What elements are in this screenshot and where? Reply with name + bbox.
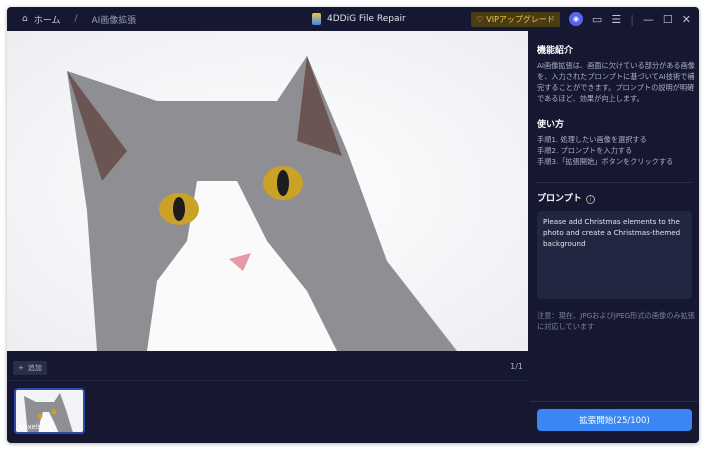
vip-label: VIPアップグレード [486, 14, 555, 24]
info-icon[interactable]: i [585, 195, 595, 204]
minimize-icon[interactable]: — [643, 13, 654, 26]
app-window: ⌂ ホーム / AI画像拡張 4DDiG File Repair ♡ VIPアップ… [7, 7, 699, 443]
step-2: 手順2. プロンプトを入力する [537, 146, 633, 155]
add-button[interactable]: + 追加 [13, 361, 47, 375]
prompt-title-text: プロンプト [537, 194, 582, 204]
breadcrumb-home[interactable]: ホーム [34, 13, 61, 26]
prompt-textarea[interactable]: Please add Christmas elements to the pho… [537, 211, 692, 299]
divider [530, 401, 699, 402]
page-counter: 1/1 [510, 362, 523, 371]
breadcrumb: ⌂ ホーム / AI画像拡張 [22, 13, 136, 26]
image-toolbar: + 追加 1/1 [7, 357, 528, 381]
title-bar: ⌂ ホーム / AI画像拡張 4DDiG File Repair ♡ VIPアップ… [7, 7, 699, 31]
image-thumbnail[interactable]: pexels-... [14, 388, 85, 434]
image-preview [7, 31, 528, 351]
discord-icon[interactable]: ◉ [568, 12, 583, 26]
thumbnail-label: pexels-... [19, 423, 51, 431]
step-1: 手順1. 処理したい画像を選択する [537, 135, 647, 144]
breadcrumb-separator: / [74, 14, 78, 24]
add-label: 追加 [27, 364, 42, 372]
divider [537, 182, 692, 183]
cat-image [7, 31, 528, 351]
start-expand-button[interactable]: 拡張開始(25/100) [537, 409, 692, 431]
home-icon[interactable]: ⌂ [22, 14, 28, 24]
intro-title: 機能紹介 [537, 46, 574, 56]
feedback-icon[interactable]: ▭ [592, 13, 602, 26]
vip-upgrade-button[interactable]: ♡ VIPアップグレード [471, 11, 560, 27]
step-3: 手順3.「拡張開始」ボタンをクリックする [537, 157, 674, 166]
maximize-icon[interactable]: ☐ [663, 13, 673, 26]
format-note: 注意：現在、JPGおよびJPEG形式の画像のみ拡張に対応しています [537, 311, 695, 331]
app-logo-icon [312, 13, 321, 25]
crown-icon: ♡ [476, 14, 484, 24]
divider: | [630, 12, 634, 26]
intro-text: AI画像拡張は、画面に欠けている部分がある画像を、入力されたプロンプトに基づいて… [537, 61, 695, 103]
close-icon[interactable]: ✕ [682, 13, 691, 26]
menu-icon[interactable]: ☰ [611, 13, 621, 26]
app-title: 4DDiG File Repair [312, 7, 406, 31]
breadcrumb-current: AI画像拡張 [91, 15, 137, 26]
plus-icon: + [18, 364, 24, 372]
howto-title: 使い方 [537, 120, 565, 130]
prompt-title: プロンプト i [537, 191, 595, 204]
side-panel: 機能紹介 AI画像拡張は、画面に欠けている部分がある画像を、入力されたプロンプト… [530, 31, 699, 443]
app-title-text: 4DDiG File Repair [327, 14, 406, 24]
